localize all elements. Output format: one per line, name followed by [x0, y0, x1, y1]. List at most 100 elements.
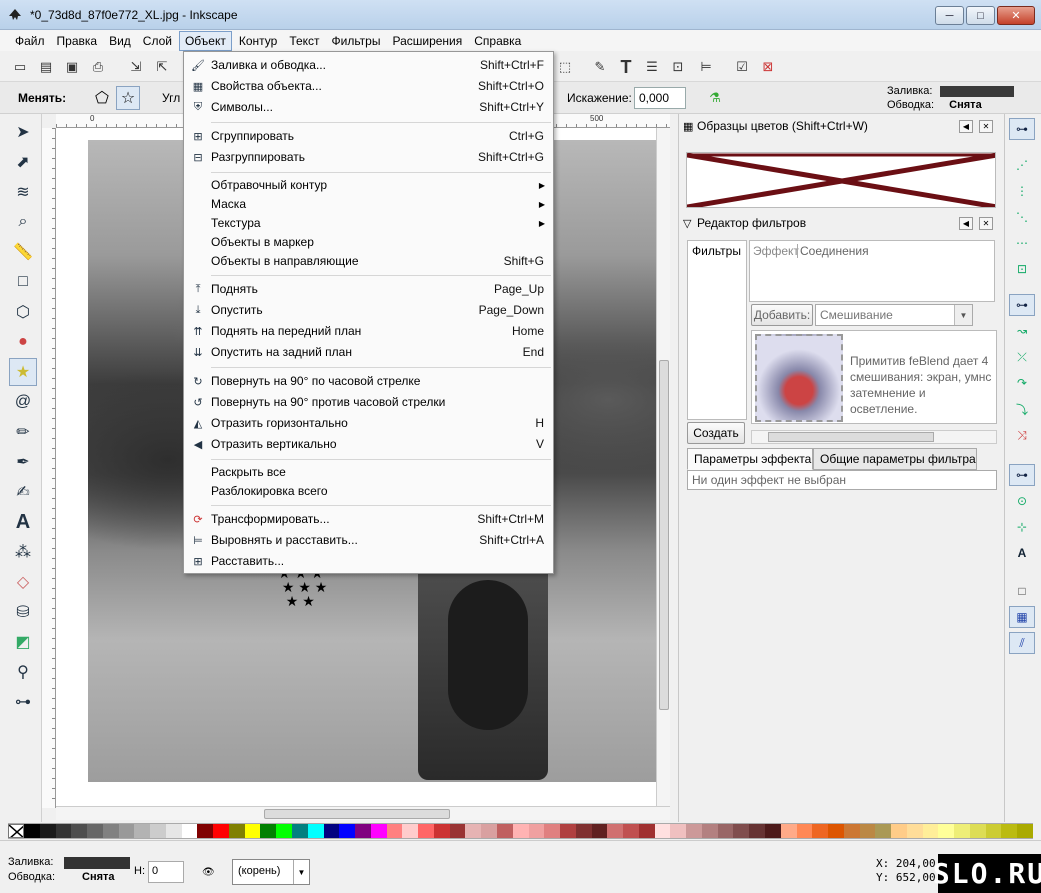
- menu-item-lower-to-bottom[interactable]: ⇊ Опустить на задний план End: [184, 342, 553, 362]
- palette-swatch[interactable]: [307, 824, 324, 838]
- snap-page-border-icon[interactable]: □: [1009, 580, 1035, 602]
- menu-item-group[interactable]: ⊞ Сгруппировать Ctrl+G: [184, 126, 553, 146]
- spray-tool-icon[interactable]: ⁂: [9, 538, 37, 566]
- snap-bbox-center-icon[interactable]: ⊡: [1009, 258, 1035, 280]
- snap-bbox-icon[interactable]: ⋰: [1009, 154, 1035, 176]
- palette-swatch[interactable]: [875, 824, 892, 838]
- palette-swatch[interactable]: [638, 824, 655, 838]
- current-layer-select[interactable]: (корень) ▼: [232, 859, 310, 885]
- palette-swatch[interactable]: [197, 824, 214, 838]
- menu-item-unhide-all[interactable]: Раскрыть все: [184, 462, 553, 482]
- paint-bucket-tool-icon[interactable]: ⛁: [9, 598, 37, 626]
- palette-swatch[interactable]: [764, 824, 781, 838]
- vertical-scroll-thumb[interactable]: [659, 360, 669, 710]
- palette-swatch[interactable]: [339, 824, 356, 838]
- palette-swatch[interactable]: [213, 824, 229, 838]
- snap-enable-icon[interactable]: ⊶: [1009, 118, 1035, 140]
- snap-bbox-midpoint-icon[interactable]: ⋯: [1009, 232, 1035, 254]
- palette-swatch[interactable]: [623, 824, 639, 838]
- palette-swatch[interactable]: [670, 824, 687, 838]
- palette-swatch[interactable]: [433, 824, 450, 838]
- menu-filters[interactable]: Фильтры: [327, 32, 386, 50]
- menu-item-rotate-ccw[interactable]: ↺ Повернуть на 90° против часовой стрелки: [184, 392, 553, 412]
- palette-swatch[interactable]: [922, 824, 939, 838]
- document-properties-icon[interactable]: ⊠: [758, 57, 778, 77]
- fill-swatch[interactable]: [940, 85, 1015, 97]
- palette-swatch[interactable]: [449, 824, 466, 838]
- menu-item-ungroup[interactable]: ⊟ Разгруппировать Shift+Ctrl+G: [184, 147, 553, 167]
- effects-scroll-thumb[interactable]: [768, 432, 934, 442]
- gradient-tool-icon[interactable]: ◩: [9, 628, 37, 656]
- palette-swatch[interactable]: [228, 824, 245, 838]
- star-tool-icon[interactable]: ★: [9, 358, 37, 386]
- text-tool-icon[interactable]: A: [9, 508, 37, 536]
- palette-swatch[interactable]: [496, 824, 513, 838]
- palette-swatch[interactable]: [512, 824, 529, 838]
- palette-swatch[interactable]: [985, 824, 1002, 838]
- menu-item-transform[interactable]: ⟳ Трансформировать... Shift+Ctrl+M: [184, 509, 553, 529]
- palette-swatch[interactable]: [150, 824, 166, 838]
- zoom-tool-icon[interactable]: ⌕: [9, 208, 37, 236]
- status-fill-swatch[interactable]: [64, 857, 130, 869]
- tab-filter-params[interactable]: Общие параметры фильтра: [813, 448, 977, 470]
- palette-swatch[interactable]: [591, 824, 608, 838]
- menu-item-fill-stroke[interactable]: 🖌 Заливка и обводка... Shift+Ctrl+F: [184, 55, 553, 75]
- save-icon[interactable]: ▣: [62, 57, 82, 77]
- palette-swatch[interactable]: [418, 824, 434, 838]
- palette-swatch[interactable]: [544, 824, 561, 838]
- new-document-icon[interactable]: ▭: [10, 57, 30, 77]
- palette-swatch[interactable]: [560, 824, 576, 838]
- panel-collapse-icon[interactable]: ◀: [959, 216, 973, 230]
- swatch-none-preview[interactable]: [686, 152, 996, 208]
- palette-swatch[interactable]: [654, 824, 671, 838]
- palette-swatch[interactable]: [749, 824, 765, 838]
- snap-midpoints-icon[interactable]: ⤵: [1009, 398, 1035, 420]
- horizontal-scroll-thumb[interactable]: [264, 809, 450, 819]
- palette-swatch[interactable]: [812, 824, 829, 838]
- palette-swatch[interactable]: [528, 824, 545, 838]
- menu-item-rotate-cw[interactable]: ↻ Повернуть на 90° по часовой стрелке: [184, 371, 553, 391]
- effects-list[interactable]: Эффект Соединения: [749, 240, 995, 302]
- eraser-tool-icon[interactable]: ◇: [9, 568, 37, 596]
- palette-swatch[interactable]: [370, 824, 387, 838]
- menu-object[interactable]: Объект: [178, 30, 232, 51]
- no-paint-swatch[interactable]: [8, 824, 24, 838]
- menu-item-objects-to-guides[interactable]: Объекты в направляющие Shift+G: [184, 251, 553, 271]
- pencil-tool-icon[interactable]: ✏: [9, 418, 37, 446]
- menu-item-clip[interactable]: Обтравочный контур ▶: [184, 175, 553, 195]
- xml-icon[interactable]: ⊡: [668, 57, 688, 77]
- distortion-input[interactable]: 0,000: [634, 87, 686, 109]
- xml-editor-icon[interactable]: ✎: [590, 57, 610, 77]
- palette-swatch[interactable]: [828, 824, 844, 838]
- menu-item-raise-to-top[interactable]: ⇈ Поднять на передний план Home: [184, 321, 553, 341]
- snap-object-center-icon[interactable]: ⊙: [1009, 490, 1035, 512]
- snap-intersection-icon[interactable]: ⤫: [1009, 346, 1035, 368]
- pen-tool-icon[interactable]: ✒: [9, 448, 37, 476]
- print-icon[interactable]: ⎙: [88, 57, 108, 77]
- palette-swatch[interactable]: [465, 824, 482, 838]
- calligraphy-tool-icon[interactable]: ✍: [9, 478, 37, 506]
- connector-tool-icon[interactable]: ⊶: [9, 688, 37, 716]
- snap-path-icon[interactable]: ↝: [1009, 320, 1035, 342]
- palette-swatch[interactable]: [733, 824, 750, 838]
- menu-help[interactable]: Справка: [469, 32, 526, 50]
- palette-swatch[interactable]: [575, 824, 592, 838]
- palette-swatch[interactable]: [938, 824, 955, 838]
- effects-horizontal-scrollbar[interactable]: [751, 430, 997, 444]
- box-3d-tool-icon[interactable]: ⬡: [9, 298, 37, 326]
- palette-swatch[interactable]: [118, 824, 135, 838]
- import-icon[interactable]: ⇲: [126, 57, 146, 77]
- palette-swatch[interactable]: [24, 824, 40, 838]
- snap-center-icon[interactable]: ⤨: [1009, 424, 1035, 446]
- palette-swatch[interactable]: [276, 824, 293, 838]
- palette-swatch[interactable]: [686, 824, 702, 838]
- star-mode-icon[interactable]: ☆: [116, 86, 140, 110]
- palette-swatch[interactable]: [181, 824, 198, 838]
- palette-swatch[interactable]: [39, 824, 56, 838]
- reset-defaults-icon[interactable]: ⚗: [705, 88, 725, 108]
- palette-swatch[interactable]: [244, 824, 261, 838]
- palette-swatch[interactable]: [323, 824, 340, 838]
- canvas-horizontal-scrollbar[interactable]: [56, 806, 670, 820]
- panel-close-icon[interactable]: ✕: [979, 119, 993, 133]
- panel-collapse-icon[interactable]: ◀: [959, 119, 973, 133]
